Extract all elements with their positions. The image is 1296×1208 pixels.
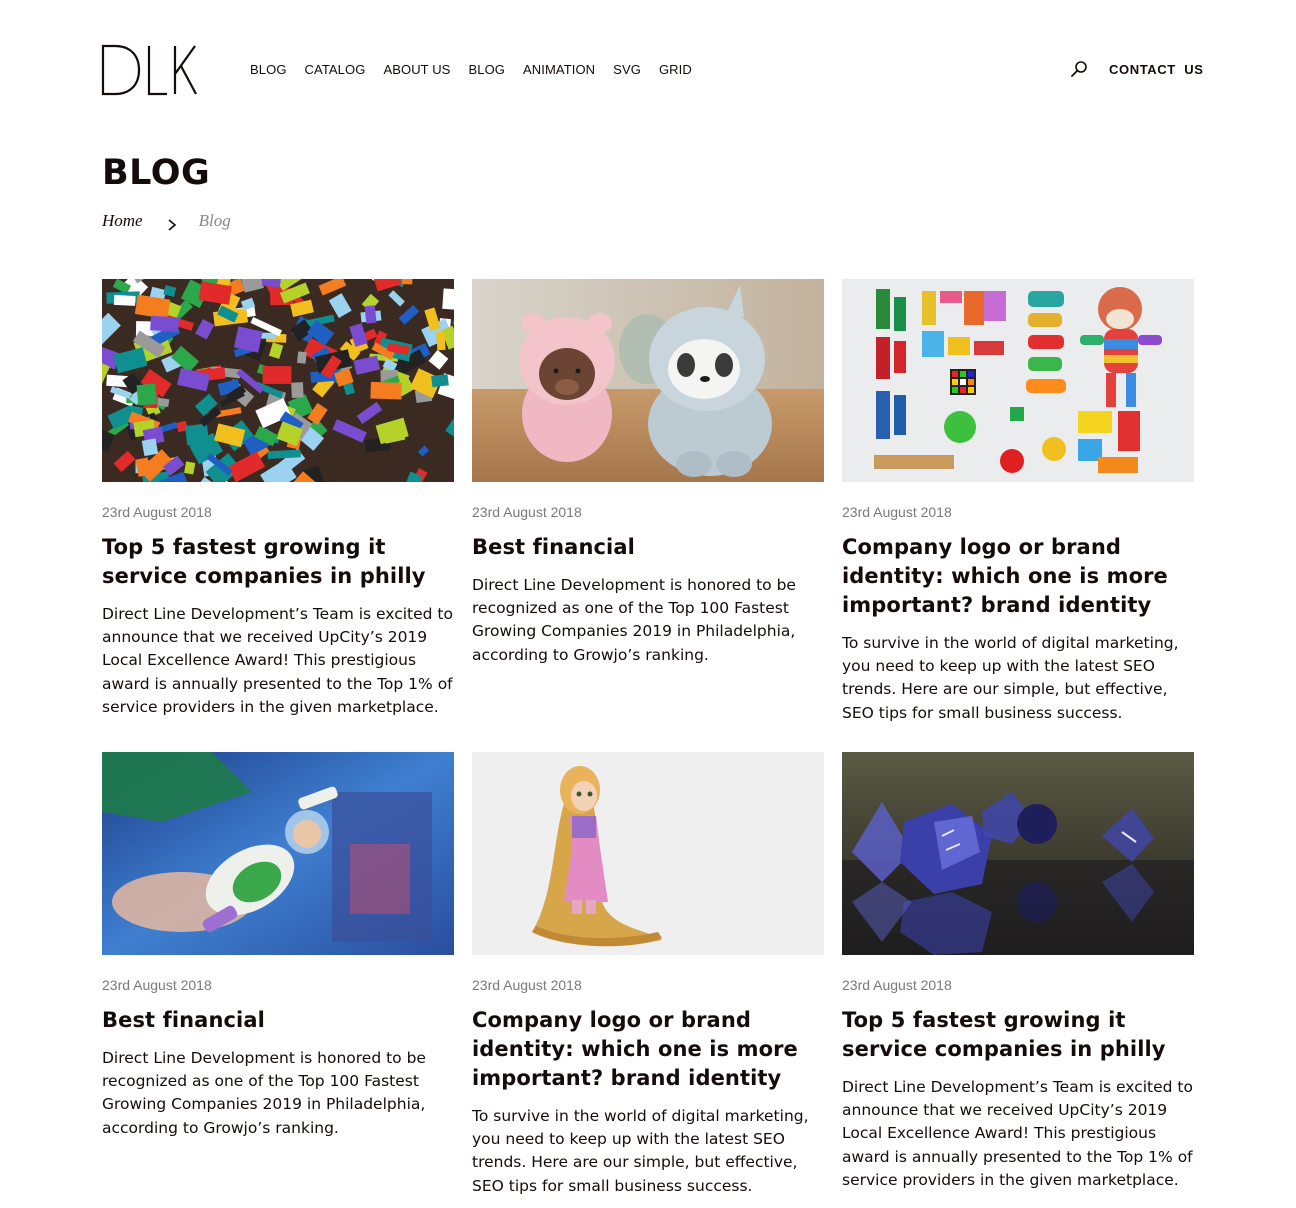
post-date: 23rd August 2018 [842,977,952,993]
post-image-lego[interactable] [102,279,454,482]
post-image-dice[interactable] [842,752,1194,955]
breadcrumb: Home Blog [102,210,231,232]
post-title[interactable]: Top 5 fastest growing it service compani… [102,533,454,591]
nav-blog[interactable]: BLOG [250,62,287,78]
nav-svg[interactable]: SVG [613,62,641,78]
nav-animation[interactable]: ANIMATION [523,62,595,78]
post-excerpt: Direct Line Development’s Team is excite… [102,605,453,716]
post-title[interactable]: Company logo or brand identity: which on… [842,533,1194,620]
post-card: 23rd August 2018 Company logo or brand i… [472,752,824,1198]
site-header: BLOG CATALOG ABOUT US BLOG ANIMATION SVG… [0,0,1296,130]
post-date: 23rd August 2018 [472,504,582,520]
post-date: 23rd August 2018 [102,977,212,993]
post-card: 23rd August 2018 Best financial Direct L… [472,279,824,667]
main-nav: BLOG CATALOG ABOUT US BLOG ANIMATION SVG… [250,62,710,78]
breadcrumb-current: Blog [198,211,231,230]
post-image-space-ranger[interactable] [102,752,454,955]
post-excerpt: To survive in the world of digital marke… [842,634,1179,722]
post-card: 23rd August 2018 Company logo or brand i… [842,279,1194,725]
post-title[interactable]: Company logo or brand identity: which on… [472,1006,824,1093]
post-date: 23rd August 2018 [472,977,582,993]
page-title: BLOG [102,153,211,193]
nav-blog-2[interactable]: BLOG [468,62,505,78]
post-excerpt: Direct Line Development’s Team is excite… [842,1078,1193,1189]
contact-us-link[interactable]: CONTACT US [1109,62,1203,78]
chevron-right-icon [167,215,177,231]
post-card: 23rd August 2018 Top 5 fastest growing i… [102,279,454,719]
post-image-toys-flatlay[interactable] [842,279,1194,482]
post-title[interactable]: Best financial [472,533,824,562]
post-title[interactable]: Best financial [102,1006,454,1035]
post-excerpt: Direct Line Development is honored to be… [102,1049,426,1137]
post-image-bears[interactable] [472,279,824,482]
search-icon[interactable] [1070,60,1088,78]
breadcrumb-home[interactable]: Home [102,210,143,232]
nav-grid[interactable]: GRID [659,62,692,78]
post-excerpt: To survive in the world of digital marke… [472,1107,809,1195]
nav-about-us[interactable]: ABOUT US [383,62,450,78]
post-card: 23rd August 2018 Best financial Direct L… [102,752,454,1140]
site-logo[interactable] [101,44,197,96]
nav-catalog[interactable]: CATALOG [305,62,366,78]
post-date: 23rd August 2018 [842,504,952,520]
post-excerpt: Direct Line Development is honored to be… [472,576,796,664]
post-title[interactable]: Top 5 fastest growing it service compani… [842,1006,1194,1064]
post-date: 23rd August 2018 [102,504,212,520]
post-card: 23rd August 2018 Top 5 fastest growing i… [842,752,1194,1192]
post-image-princess[interactable] [472,752,824,955]
